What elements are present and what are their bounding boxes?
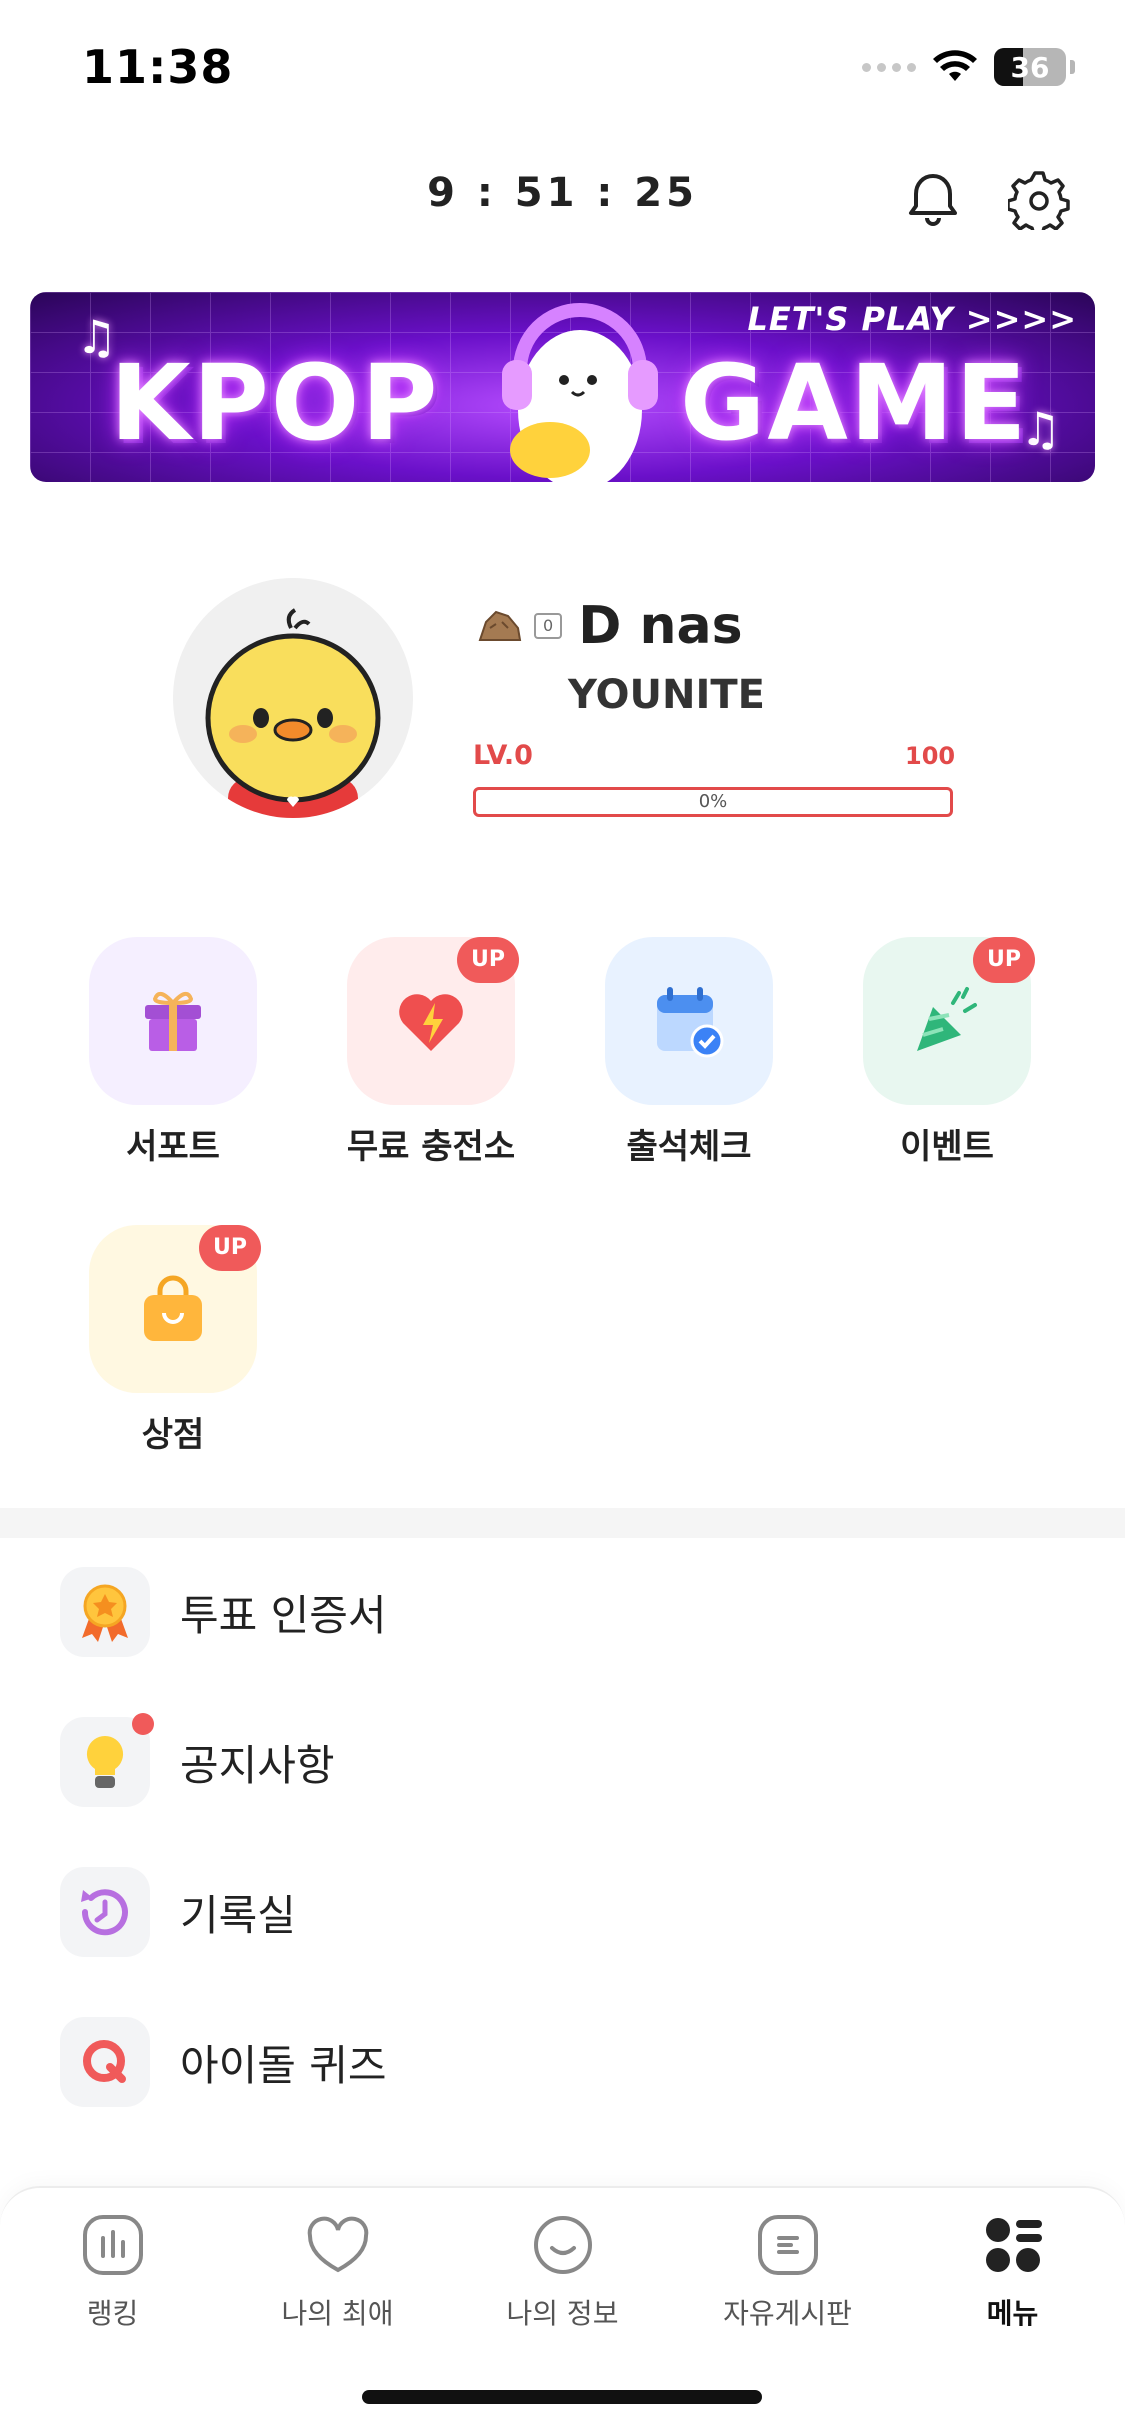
quick-menu-label: 상점 bbox=[141, 1415, 205, 1455]
heart-outline-icon bbox=[307, 2216, 368, 2273]
bell-icon[interactable] bbox=[902, 168, 964, 230]
quick-menu-attendance[interactable]: 출석체크 bbox=[589, 937, 789, 1168]
quick-menu-free-charge[interactable]: UP 무료 충전소 bbox=[331, 937, 531, 1168]
quick-menu-support[interactable]: 서포트 bbox=[73, 937, 273, 1168]
level-max: 100 bbox=[905, 742, 956, 770]
status-indicators: 36 bbox=[862, 48, 1075, 86]
up-badge: UP bbox=[973, 937, 1035, 983]
menu-label: 아이돌 퀴즈 bbox=[180, 2040, 387, 2090]
favorite-group: YOUNITE bbox=[568, 672, 765, 718]
smile-face-icon bbox=[533, 2216, 592, 2274]
tab-label: 나의 정보 bbox=[506, 2297, 619, 2330]
avatar[interactable] bbox=[173, 578, 413, 818]
tab-ranking[interactable]: 랭킹 bbox=[0, 2210, 225, 2332]
gift-icon bbox=[145, 991, 201, 1051]
tab-label: 랭킹 bbox=[86, 2297, 139, 2330]
history-icon bbox=[81, 1889, 128, 1936]
quick-menu-label: 무료 충전소 bbox=[346, 1127, 516, 1167]
board-icon bbox=[757, 2215, 818, 2275]
status-bar: 11:38 36 bbox=[0, 0, 1125, 130]
level-progress-text: 0% bbox=[698, 791, 728, 812]
tab-label: 자유게시판 bbox=[723, 2297, 852, 2330]
menu-notices[interactable]: 공지사항 bbox=[60, 1713, 1060, 1807]
home-indicator bbox=[362, 2390, 762, 2404]
quick-menu-shop[interactable]: UP 상점 bbox=[73, 1225, 273, 1456]
level-label: LV.0 bbox=[473, 740, 533, 771]
kpop-game-banner[interactable]: ♫ ♫ LET'S PLAY >>>> KPOP GAME bbox=[30, 292, 1095, 482]
menu-grid-icon bbox=[985, 2218, 1042, 2272]
medal-icon bbox=[82, 1584, 128, 1642]
gear-icon[interactable] bbox=[1008, 168, 1070, 230]
tab-my-info[interactable]: 나의 정보 bbox=[450, 2210, 675, 2332]
rock-count: 0 bbox=[534, 613, 563, 639]
up-badge: UP bbox=[457, 937, 519, 983]
tab-menu[interactable]: 메뉴 bbox=[900, 2210, 1125, 2332]
menu-label: 기록실 bbox=[180, 1890, 296, 1940]
quick-menu-label: 서포트 bbox=[126, 1127, 220, 1167]
menu-label: 공지사항 bbox=[180, 1740, 335, 1790]
menu-label: 투표 인증서 bbox=[180, 1590, 387, 1640]
status-time: 11:38 bbox=[82, 40, 234, 94]
mascot-illustration bbox=[502, 303, 658, 482]
tab-label: 메뉴 bbox=[986, 2297, 1039, 2330]
quick-menu-label: 이벤트 bbox=[900, 1127, 994, 1167]
battery-level: 36 bbox=[1010, 50, 1050, 84]
menu-idol-quiz[interactable]: 아이돌 퀴즈 bbox=[60, 2017, 1060, 2107]
banner-title-left: KPOP bbox=[110, 342, 440, 464]
tab-label: 나의 최애 bbox=[281, 2297, 394, 2330]
cellular-signal-icon bbox=[862, 62, 916, 72]
menu-records[interactable]: 기록실 bbox=[60, 1867, 1060, 1957]
quiz-q-icon bbox=[83, 2040, 126, 2083]
battery-icon: 36 bbox=[994, 48, 1066, 86]
wifi-icon bbox=[933, 50, 977, 81]
shopping-bag-icon bbox=[144, 1275, 202, 1341]
profile-name-row: 0 D nas bbox=[476, 596, 743, 656]
unread-dot bbox=[132, 1713, 154, 1735]
lightbulb-icon bbox=[86, 1735, 124, 1788]
quick-menu-event[interactable]: UP 이벤트 bbox=[847, 937, 1047, 1168]
calendar-check-icon bbox=[657, 987, 724, 1058]
menu-vote-certificate[interactable]: 투표 인증서 bbox=[60, 1567, 1060, 1657]
heart-lightning-icon bbox=[399, 994, 463, 1051]
user-name: D nas bbox=[578, 596, 743, 656]
banner-tag: LET'S PLAY >>>> bbox=[747, 300, 1077, 338]
up-badge: UP bbox=[199, 1225, 261, 1271]
quick-menu-label: 출석체크 bbox=[626, 1127, 752, 1167]
rock-icon bbox=[478, 610, 522, 641]
tab-free-board[interactable]: 자유게시판 bbox=[675, 2210, 900, 2332]
section-divider bbox=[0, 1508, 1125, 1538]
chick-avatar-icon bbox=[205, 608, 381, 818]
banner-title-right: GAME bbox=[680, 342, 1029, 464]
ranking-chart-icon bbox=[82, 2215, 143, 2275]
tab-my-favorite[interactable]: 나의 최애 bbox=[225, 2210, 450, 2332]
level-progress-bar: 0% bbox=[473, 787, 953, 817]
party-popper-icon bbox=[917, 987, 977, 1051]
